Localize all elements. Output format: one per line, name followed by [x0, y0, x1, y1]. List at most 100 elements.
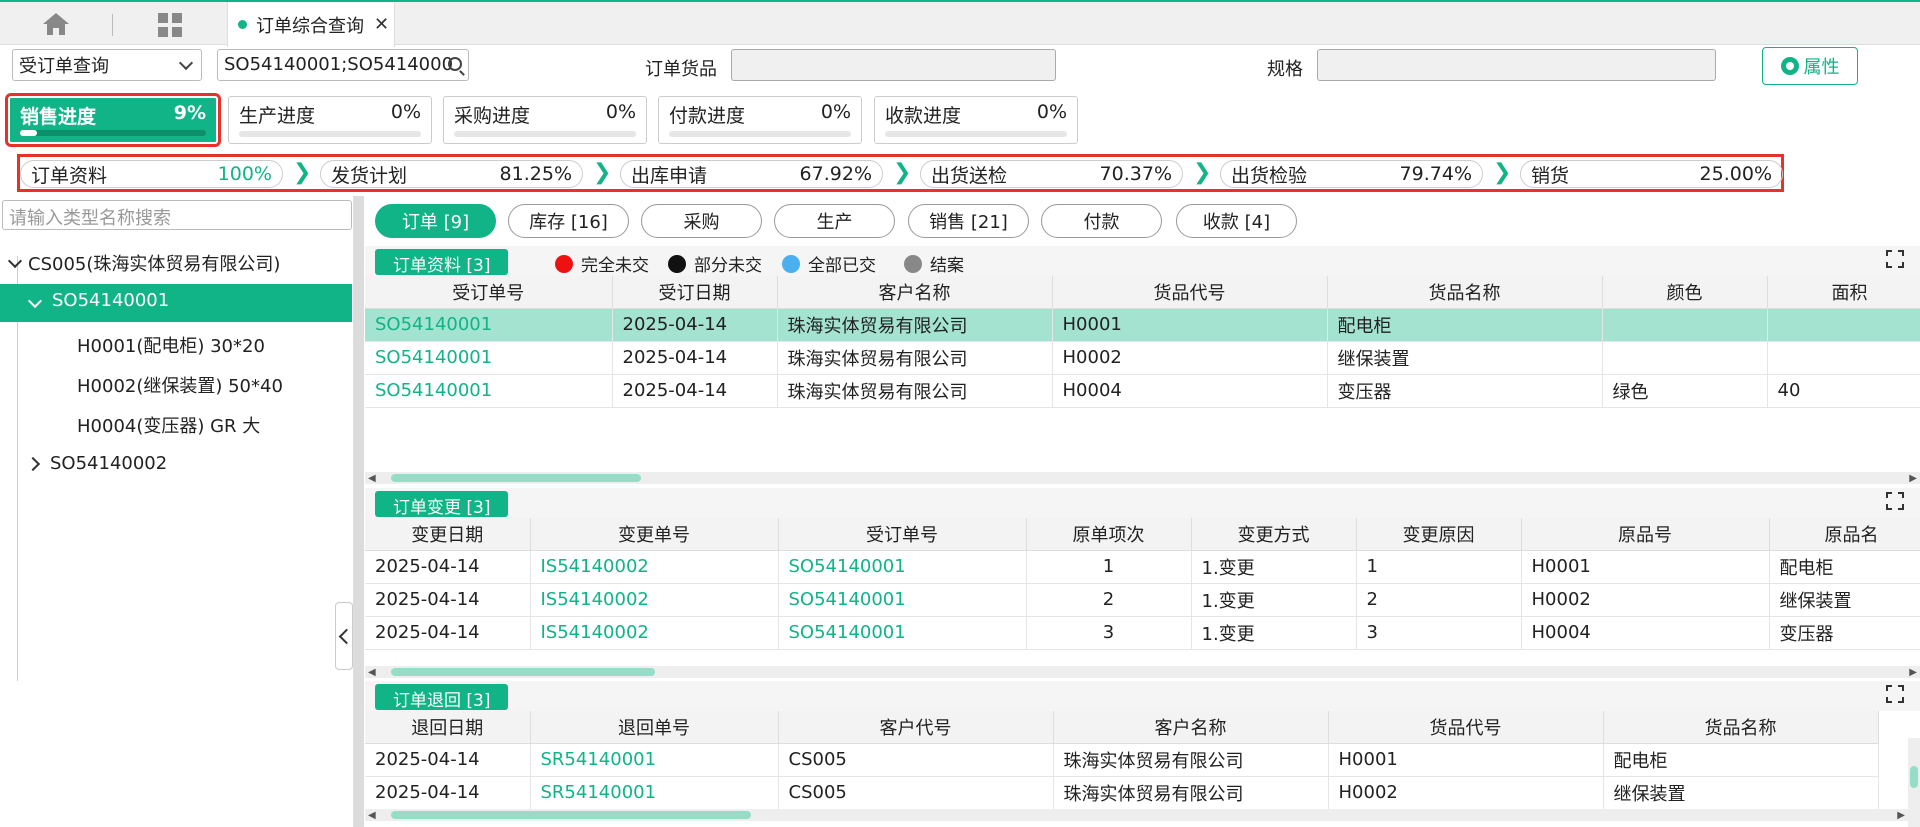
category-button[interactable]: 销售 [21] — [908, 204, 1029, 238]
category-button[interactable]: 订单 [9] — [375, 204, 496, 238]
column-header[interactable]: 变更单号 — [530, 518, 779, 551]
column-header[interactable]: 受订日期 — [612, 276, 778, 309]
tree-item[interactable]: SO54140002 — [25, 453, 167, 474]
column-header[interactable]: 颜色 — [1602, 276, 1768, 309]
category-button[interactable]: 生产 — [774, 204, 895, 238]
table-row[interactable]: 2025-04-14 IS54140002 SO54140001 3 1.变更 3 H000… — [365, 616, 1920, 650]
tree-leaf[interactable]: H0001(配电柜) 30*20 — [77, 332, 265, 358]
panel-splitter[interactable] — [354, 196, 364, 827]
tree-leaf[interactable]: H0002(继保装置) 50*40 — [77, 372, 283, 398]
column-header[interactable]: 面积 — [1767, 276, 1920, 309]
table-row[interactable]: SO54140001 2025-04-14 珠海实体贸易有限公司 H0001 配电柜 — [365, 308, 1920, 342]
close-icon[interactable]: ✕ — [374, 14, 389, 35]
progress-number: 0 — [1036, 101, 1049, 123]
table-cell: 2 — [1026, 583, 1192, 617]
table-row[interactable]: 2025-04-14 SR54140001 CS005 珠海实体贸易有限公司 H0001… — [365, 743, 1879, 777]
tree-search-input[interactable]: 请输入类型名称搜索 — [2, 200, 352, 230]
progress-value: 0% — [821, 101, 851, 128]
column-header[interactable]: 受订单号 — [365, 276, 613, 309]
column-header[interactable]: 变更方式 — [1191, 518, 1357, 551]
column-header[interactable]: 原品名 — [1769, 518, 1920, 551]
table-cell[interactable]: SO54140001 — [778, 583, 1027, 617]
table-cell: 2025-04-14 — [365, 583, 531, 617]
order-search-input[interactable]: SO54140001;SO5414000 — [217, 49, 469, 81]
step-label: 销货 — [1531, 164, 1570, 187]
table-header-row: 退回日期 退回单号 客户代号 客户名称 货品代号 货品名称 — [365, 711, 1879, 744]
table-cell: CS005 — [778, 743, 1054, 777]
column-header[interactable]: 货品名称 — [1603, 711, 1879, 744]
home-icon[interactable] — [42, 12, 70, 36]
apps-grid-icon[interactable] — [158, 13, 182, 37]
query-bar: 受订单查询 SO54140001;SO5414000 订单货品 规格 属性 — [0, 47, 1920, 87]
table-cell[interactable]: IS54140002 — [530, 616, 779, 650]
table-cell[interactable]: IS54140002 — [530, 550, 779, 584]
column-header[interactable]: 受订单号 — [778, 518, 1027, 551]
table-row[interactable]: 2025-04-14 SR54140001 CS005 珠海实体贸易有限公司 H0002… — [365, 776, 1879, 810]
progress-card[interactable]: 付款进度 0% — [658, 96, 862, 144]
category-button[interactable]: 采购 — [641, 204, 762, 238]
progress-card[interactable]: 销售进度 9% — [5, 93, 221, 147]
tree-leaf[interactable]: H0004(变压器) GR 大 — [77, 412, 260, 438]
column-header[interactable]: 原品号 — [1521, 518, 1770, 551]
goods-field[interactable] — [731, 49, 1056, 81]
progress-card[interactable]: 收款进度 0% — [874, 96, 1078, 144]
step-pill[interactable]: 发货计划 81.25% — [320, 160, 583, 188]
progress-row: 收款进度 0% — [885, 101, 1067, 128]
column-header[interactable]: 客户名称 — [1053, 711, 1329, 744]
progress-card[interactable]: 采购进度 0% — [443, 96, 647, 144]
table-cell[interactable]: SO54140001 — [778, 550, 1027, 584]
horizontal-scrollbar[interactable]: ◀ ▶ — [365, 472, 1920, 484]
table-cell: 2025-04-14 — [365, 616, 531, 650]
column-header[interactable]: 客户名称 — [777, 276, 1053, 309]
table-cell: 继保装置 — [1327, 341, 1603, 375]
expand-icon[interactable] — [1886, 492, 1904, 510]
progress-card[interactable]: 生产进度 0% — [228, 96, 432, 144]
table-cell[interactable]: IS54140002 — [530, 583, 779, 617]
vertical-scrollbar[interactable] — [1908, 738, 1920, 827]
column-header[interactable]: 货品代号 — [1328, 711, 1604, 744]
horizontal-scrollbar[interactable]: ◀ ▶ — [365, 809, 1908, 821]
progress-label: 收款进度 — [885, 105, 962, 127]
table-cell[interactable]: SR54140001 — [530, 776, 779, 810]
table-cell[interactable]: SO54140001 — [365, 308, 613, 342]
table-cell[interactable]: SO54140001 — [365, 341, 613, 375]
step-pill[interactable]: 出库申请 67.92% — [620, 160, 883, 188]
table-row[interactable]: SO54140001 2025-04-14 珠海实体贸易有限公司 H0004 变压器 绿色… — [365, 374, 1920, 408]
chevron-right-icon: ❯ — [593, 160, 612, 185]
column-header[interactable]: 退回日期 — [365, 711, 531, 744]
step-label: 出货检验 — [1231, 164, 1308, 187]
column-header[interactable]: 退回单号 — [530, 711, 779, 744]
properties-button[interactable]: 属性 — [1762, 47, 1858, 85]
step-pill[interactable]: 出货送检 70.37% — [920, 160, 1183, 188]
collapse-panel-button[interactable] — [335, 602, 353, 670]
spec-field[interactable] — [1317, 49, 1716, 81]
expand-icon[interactable] — [1886, 685, 1904, 703]
table-row[interactable]: 2025-04-14 IS54140002 SO54140001 2 1.变更 2 H000… — [365, 583, 1920, 617]
tree-root[interactable]: CS005(珠海实体贸易有限公司) — [7, 250, 280, 276]
column-header[interactable]: 货品名称 — [1327, 276, 1603, 309]
step-pill[interactable]: 销货 25.00% — [1520, 160, 1783, 188]
category-button[interactable]: 库存 [16] — [508, 204, 629, 238]
search-icon[interactable] — [448, 57, 462, 71]
column-header[interactable]: 原单项次 — [1026, 518, 1192, 551]
column-header[interactable]: 货品代号 — [1052, 276, 1328, 309]
column-header[interactable]: 客户代号 — [778, 711, 1054, 744]
change-section: 订单变更 [3] 变更日期 变更单号 受订单号 原单项次 变更方式 变更原因 原品号 原品名 2… — [365, 488, 1920, 650]
column-header[interactable]: 变更日期 — [365, 518, 531, 551]
tab-order-query[interactable]: 订单综合查询 ✕ — [227, 2, 395, 47]
expand-icon[interactable] — [1886, 250, 1904, 268]
table-cell[interactable]: SR54140001 — [530, 743, 779, 777]
table-cell[interactable]: SO54140001 — [778, 616, 1027, 650]
step-pill[interactable]: 出货检验 79.74% — [1220, 160, 1483, 188]
legend-label: 部分未交 — [694, 256, 762, 276]
horizontal-scrollbar[interactable]: ◀ ▶ — [365, 666, 1920, 678]
category-button[interactable]: 付款 — [1041, 204, 1162, 238]
table-row[interactable]: 2025-04-14 IS54140002 SO54140001 1 1.变更 1 H000… — [365, 550, 1920, 584]
table-row[interactable]: SO54140001 2025-04-14 珠海实体贸易有限公司 H0002 继保装置 — [365, 341, 1920, 375]
tree-item-selected[interactable]: SO54140001 — [0, 284, 352, 322]
table-cell[interactable]: SO54140001 — [365, 374, 613, 408]
step-pill[interactable]: 订单资料 100% — [20, 160, 283, 188]
category-button[interactable]: 收款 [4] — [1176, 204, 1297, 238]
query-mode-select[interactable]: 受订单查询 — [12, 49, 202, 81]
column-header[interactable]: 变更原因 — [1356, 518, 1522, 551]
